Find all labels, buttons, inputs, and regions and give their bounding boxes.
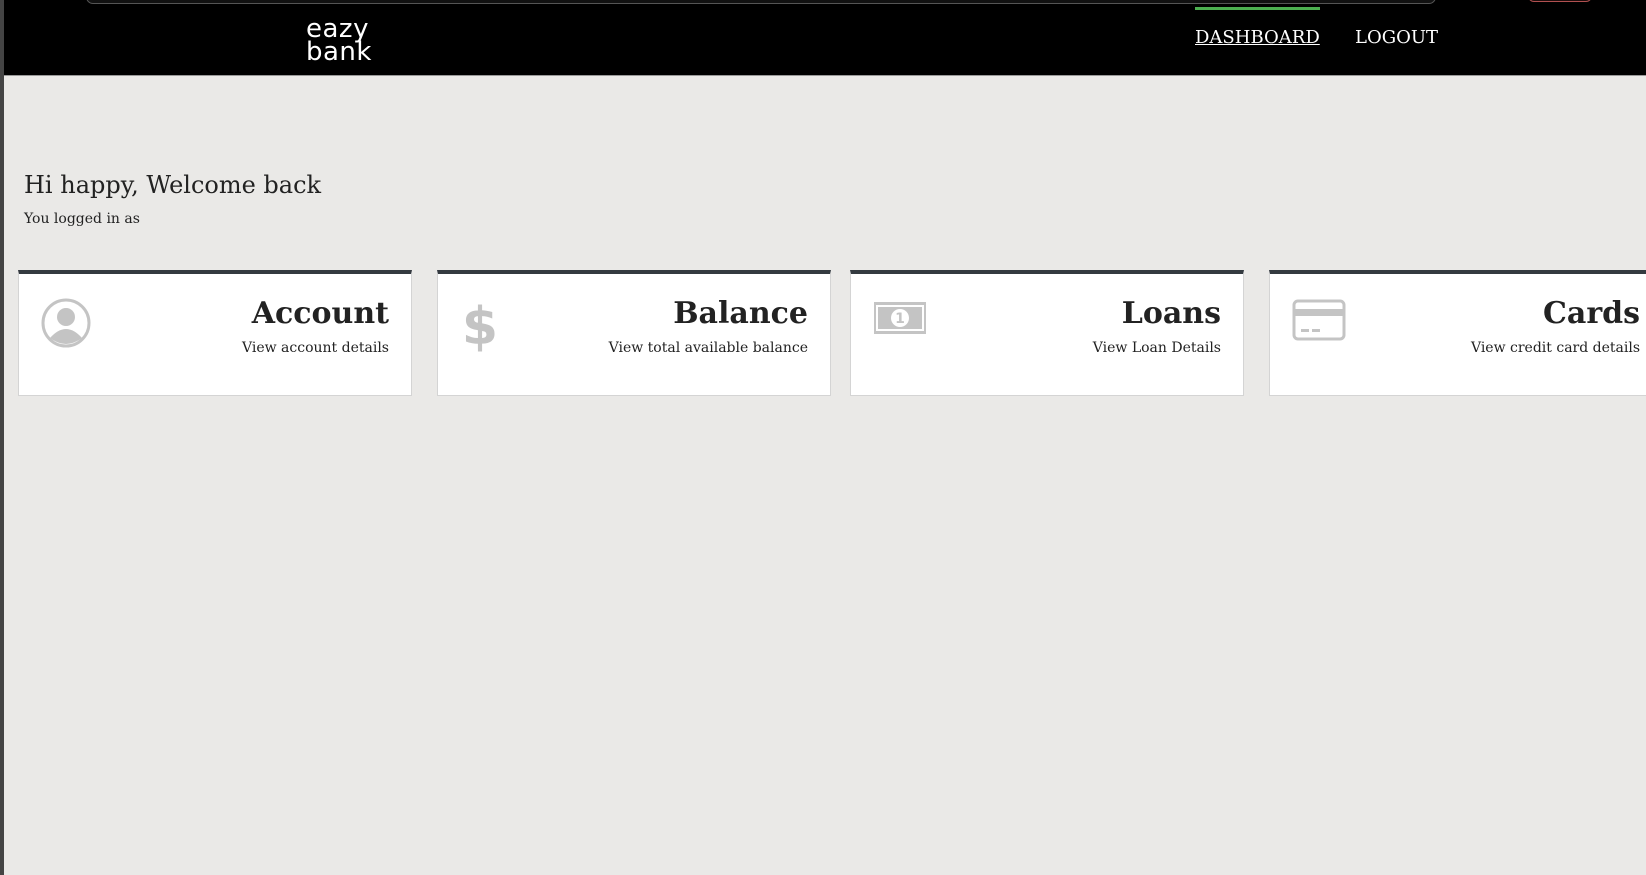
cards-card[interactable]: Cards View credit card details (1269, 270, 1646, 396)
account-card[interactable]: Account View account details (18, 270, 412, 396)
svg-text:1: 1 (895, 311, 905, 327)
browser-button[interactable] (1528, 0, 1592, 2)
dollar-icon: $ (460, 297, 500, 357)
browser-chrome (4, 0, 1646, 7)
credit-card-icon (1292, 298, 1346, 346)
card-title: Balance (673, 296, 808, 331)
card-description: View credit card details (1470, 340, 1640, 356)
card-title: Loans (1121, 296, 1221, 331)
card-title: Cards (1543, 296, 1640, 331)
card-description: View total available balance (608, 340, 808, 356)
login-info-text: You logged in as (24, 211, 140, 227)
logo-line-2: bank (306, 37, 372, 67)
balance-card[interactable]: $ Balance View total available balance (437, 270, 831, 396)
card-description: View account details (242, 340, 389, 356)
svg-text:$: $ (462, 298, 498, 352)
user-circle-icon (41, 298, 91, 352)
nav-logout-link[interactable]: LOGOUT (1355, 7, 1438, 69)
card-title: Account (251, 296, 389, 331)
card-description: View Loan Details (1092, 340, 1221, 356)
loans-card[interactable]: 1 Loans View Loan Details (850, 270, 1244, 396)
money-bill-icon: 1 (873, 298, 927, 342)
app-window: eazy bank DASHBOARD LOGOUT Hi happy, Wel… (4, 0, 1646, 875)
welcome-heading: Hi happy, Welcome back (24, 171, 322, 199)
nav-dashboard-link[interactable]: DASHBOARD (1195, 7, 1320, 69)
eazybank-logo[interactable]: eazy bank (306, 16, 372, 67)
address-bar[interactable] (86, 0, 1436, 4)
top-navbar: eazy bank DASHBOARD LOGOUT (4, 7, 1646, 76)
